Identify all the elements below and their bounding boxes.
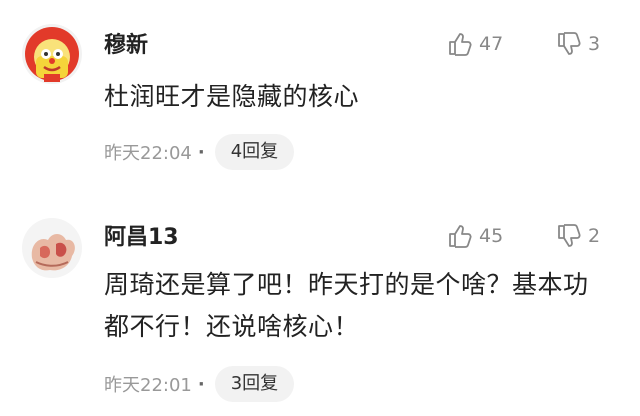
avatar[interactable] <box>22 218 82 278</box>
comment-item: 穆新 47 3 杜润旺才是隐藏的核心 昨天22:04 · 4回复 <box>0 0 640 196</box>
reply-count-button[interactable]: 3回复 <box>214 366 295 402</box>
dislike-button[interactable]: 3 <box>556 31 600 57</box>
thumbs-up-icon <box>449 225 472 248</box>
thumbs-up-icon <box>449 33 472 56</box>
timestamp: 昨天22:01 <box>104 375 192 396</box>
avatar[interactable] <box>22 24 82 84</box>
separator-dot: · <box>197 373 205 395</box>
dislike-count: 2 <box>588 225 601 247</box>
like-button[interactable]: 45 <box>447 223 503 249</box>
like-count: 45 <box>479 225 504 247</box>
pink-hands-avatar-icon <box>22 218 82 278</box>
thumbs-down-icon <box>558 224 581 247</box>
separator-dot: · <box>197 141 205 163</box>
username[interactable]: 阿昌13 <box>104 224 179 252</box>
comment-text: 杜润旺才是隐藏的核心 <box>104 82 360 111</box>
reply-count-button[interactable]: 4回复 <box>214 134 295 170</box>
timestamp: 昨天22:04 <box>104 143 192 164</box>
comment-meta: 昨天22:01 · 3回复 <box>104 366 295 402</box>
comment-meta: 昨天22:04 · 4回复 <box>104 134 295 170</box>
like-count: 47 <box>479 33 504 55</box>
dislike-count: 3 <box>588 33 601 55</box>
thumbs-down-icon <box>558 32 581 55</box>
like-button[interactable]: 47 <box>447 31 503 57</box>
username[interactable]: 穆新 <box>104 32 148 60</box>
comment-text: 周琦还是算了吧！昨天打的是个啥？基本功都不行！还说啥核心！ <box>104 270 589 341</box>
comment-item: 阿昌13 45 2 周琦还是算了吧！昨天打的是个啥？基本功都不行！还说啥核心！ … <box>0 196 640 416</box>
dislike-button[interactable]: 2 <box>556 223 600 249</box>
cartoon-clown-avatar-icon <box>22 24 82 84</box>
